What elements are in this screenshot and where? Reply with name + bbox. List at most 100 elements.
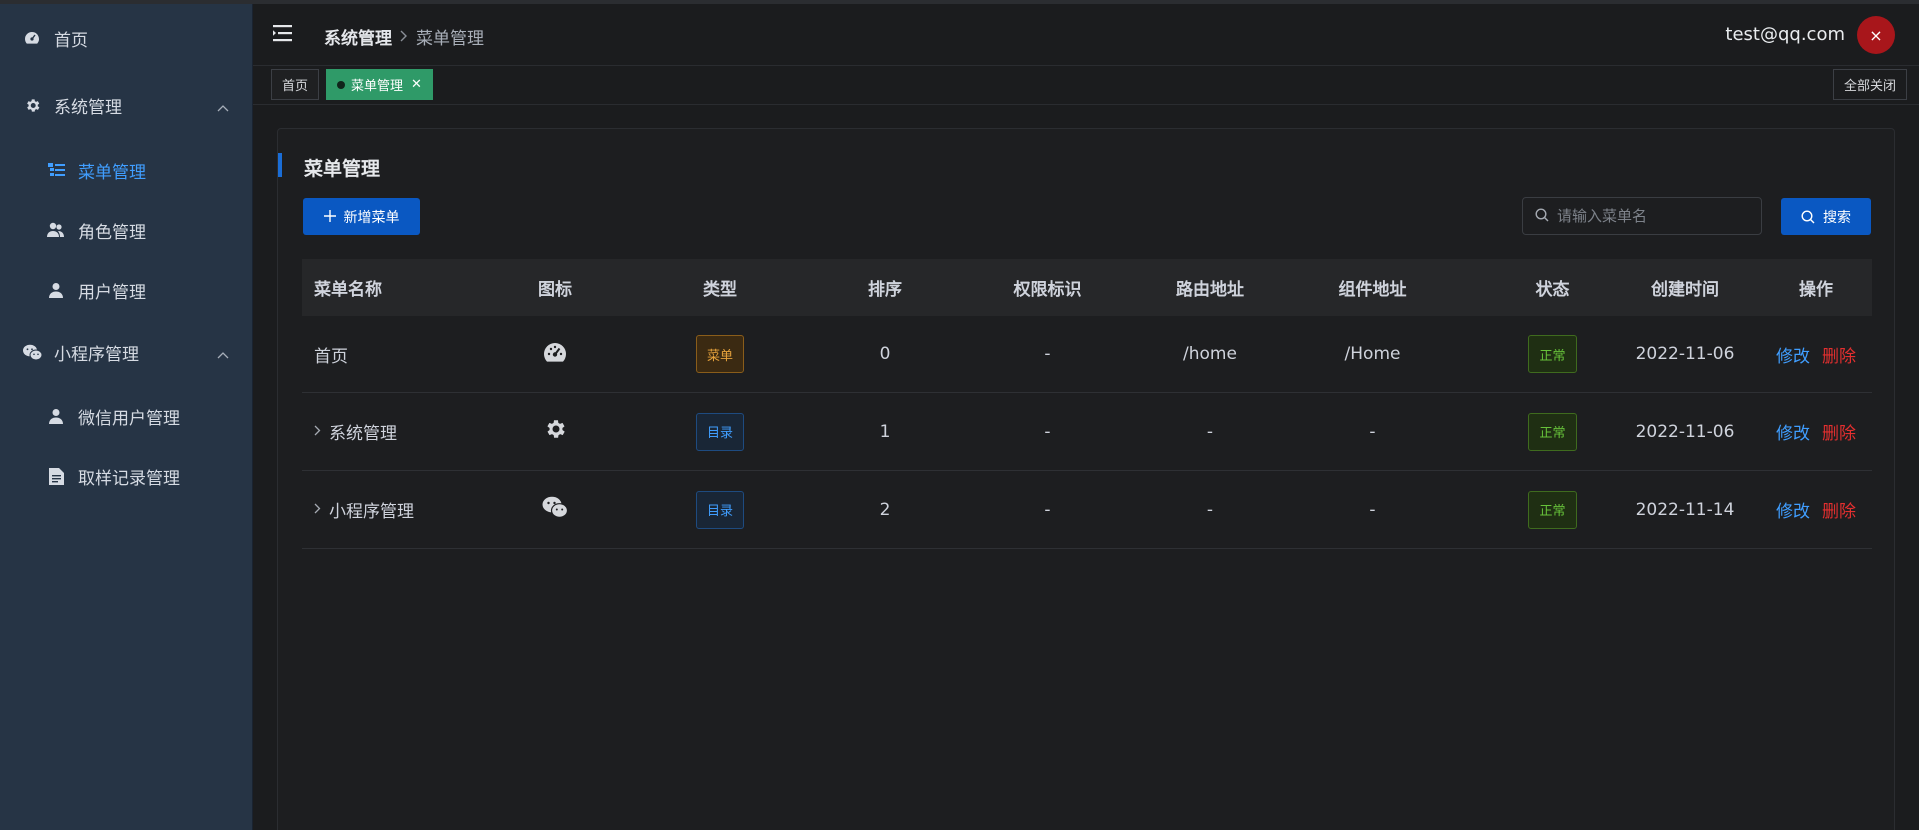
cell-sort: 0 bbox=[879, 344, 891, 364]
chevron-right-icon bbox=[400, 28, 408, 46]
sidebar-item-label: 角色管理 bbox=[78, 222, 146, 243]
title-accent-bar bbox=[278, 153, 282, 177]
menu-toggle-icon[interactable] bbox=[273, 24, 295, 44]
users-icon bbox=[46, 220, 66, 240]
cell-permission: - bbox=[1044, 344, 1051, 364]
edit-link[interactable]: 修改 bbox=[1776, 419, 1810, 444]
edit-link[interactable]: 修改 bbox=[1776, 497, 1810, 522]
tag-home[interactable]: 首页 bbox=[271, 69, 320, 100]
breadcrumb-item[interactable]: 系统管理 bbox=[324, 24, 392, 49]
cell-sort: 2 bbox=[879, 499, 891, 520]
delete-link[interactable]: 删除 bbox=[1822, 342, 1856, 367]
type-badge: 目录 bbox=[695, 412, 744, 451]
expand-chevron-icon[interactable] bbox=[314, 424, 321, 440]
page-title: 菜单管理 bbox=[304, 158, 381, 180]
edit-link[interactable]: 修改 bbox=[1776, 342, 1810, 367]
cell-permission: - bbox=[1044, 499, 1051, 520]
sidebar-item-system[interactable]: 系统管理 bbox=[0, 80, 253, 130]
tag-close-icon[interactable]: ✕ bbox=[411, 77, 422, 92]
close-all-tags-button[interactable]: 全部关闭 bbox=[1832, 69, 1907, 100]
user-email[interactable]: test@qq.com bbox=[1725, 24, 1845, 45]
table-row[interactable]: 小程序管理 目录 2 - - - 正常 2022-11-14 修改 删除 bbox=[302, 471, 1872, 549]
search-input[interactable] bbox=[1557, 207, 1747, 225]
column-header[interactable]: 组件地址 bbox=[1250, 275, 1495, 300]
table-row[interactable]: 系统管理 目录 1 - - - 正常 2022-11-06 修改 删除 bbox=[302, 393, 1872, 471]
column-header[interactable]: 权限标识 bbox=[925, 275, 1170, 300]
plus-icon bbox=[323, 208, 336, 226]
column-header[interactable]: 状态 bbox=[1495, 275, 1610, 300]
search-button[interactable]: 搜索 bbox=[1781, 198, 1871, 235]
type-badge: 菜单 bbox=[695, 335, 744, 373]
sidebar-item-label: 用户管理 bbox=[78, 282, 146, 303]
sidebar-item-menu-management[interactable]: 菜单管理 bbox=[0, 145, 253, 195]
tag-menu-management[interactable]: 菜单管理 ✕ bbox=[326, 69, 433, 100]
breadcrumb-item-current: 菜单管理 bbox=[416, 29, 484, 49]
cell-route: - bbox=[1206, 499, 1214, 520]
cell-permission: - bbox=[1044, 421, 1051, 442]
tag-label: 菜单管理 bbox=[351, 79, 404, 94]
cell-component: - bbox=[1369, 421, 1376, 442]
menu-table: 菜单名称 图标 类型 排序 权限标识 路由地址 组件地址 状态 创建时间 操作 … bbox=[302, 259, 1872, 549]
content-card: 菜单管理 新增菜单 搜索 菜单名称 图标 类型 排序 权限标识 路由地址 组件地… bbox=[277, 128, 1895, 830]
status-badge: 正常 bbox=[1528, 490, 1577, 529]
dashboard-icon bbox=[543, 342, 567, 367]
sidebar: 首页 系统管理 菜单管理 角色管理 用户管理 小程序管理 微信用户管理 取样记录… bbox=[0, 4, 253, 830]
user-icon bbox=[46, 280, 66, 300]
wechat-icon bbox=[22, 342, 42, 362]
user-icon bbox=[46, 406, 66, 426]
breadcrumb: 系统管理 菜单管理 bbox=[324, 24, 484, 49]
sidebar-item-user-management[interactable]: 用户管理 bbox=[0, 265, 253, 315]
sidebar-item-label: 菜单管理 bbox=[78, 162, 146, 183]
column-header[interactable]: 创建时间 bbox=[1610, 275, 1760, 300]
status-badge: 正常 bbox=[1528, 335, 1577, 373]
cell-created: 2022-11-06 bbox=[1635, 344, 1735, 364]
status-badge: 正常 bbox=[1528, 412, 1577, 451]
cell-sort: 1 bbox=[879, 421, 891, 442]
active-dot-icon bbox=[337, 80, 345, 89]
column-header[interactable]: 路由地址 bbox=[1170, 275, 1250, 300]
sidebar-item-label: 取样记录管理 bbox=[78, 468, 180, 489]
avatar[interactable]: × bbox=[1857, 16, 1895, 54]
wechat-icon bbox=[542, 496, 569, 523]
add-menu-label: 新增菜单 bbox=[343, 209, 400, 226]
top-header: 系统管理 菜单管理 test@qq.com × bbox=[253, 4, 1919, 66]
search-field[interactable] bbox=[1522, 197, 1762, 235]
sidebar-item-label: 系统管理 bbox=[54, 97, 122, 118]
sidebar-item-miniprogram[interactable]: 小程序管理 bbox=[0, 327, 253, 377]
sidebar-item-label: 小程序管理 bbox=[54, 344, 139, 365]
dashboard-icon bbox=[22, 28, 42, 48]
column-header[interactable]: 图标 bbox=[515, 275, 595, 300]
sidebar-item-role-management[interactable]: 角色管理 bbox=[0, 205, 253, 255]
sidebar-item-home[interactable]: 首页 bbox=[0, 13, 253, 63]
sidebar-item-wechat-users[interactable]: 微信用户管理 bbox=[0, 391, 253, 441]
delete-link[interactable]: 删除 bbox=[1822, 419, 1856, 444]
table-header: 菜单名称 图标 类型 排序 权限标识 路由地址 组件地址 状态 创建时间 操作 bbox=[302, 259, 1872, 316]
cell-created: 2022-11-14 bbox=[1635, 499, 1735, 520]
cell-created: 2022-11-06 bbox=[1635, 421, 1735, 442]
cell-component: /Home bbox=[1344, 344, 1401, 364]
column-header[interactable]: 菜单名称 bbox=[302, 275, 515, 300]
add-menu-button[interactable]: 新增菜单 bbox=[303, 198, 420, 235]
chevron-up-icon bbox=[217, 97, 229, 117]
document-icon bbox=[46, 466, 66, 486]
table-row[interactable]: 首页 菜单 0 - /home /Home 正常 2022-11-06 修改 删… bbox=[302, 316, 1872, 393]
search-button-label: 搜索 bbox=[1823, 209, 1851, 226]
delete-link[interactable]: 删除 bbox=[1822, 497, 1856, 522]
column-header[interactable]: 类型 bbox=[595, 275, 845, 300]
sidebar-item-label: 微信用户管理 bbox=[78, 408, 180, 429]
tags-view-bar: 首页 菜单管理 ✕ 全部关闭 bbox=[253, 66, 1919, 105]
search-icon bbox=[1535, 207, 1549, 226]
cell-route: - bbox=[1206, 421, 1214, 442]
search-icon bbox=[1801, 209, 1815, 223]
column-header[interactable]: 操作 bbox=[1760, 275, 1872, 300]
type-badge: 目录 bbox=[695, 490, 744, 529]
sidebar-item-sampling-records[interactable]: 取样记录管理 bbox=[0, 451, 253, 501]
tag-label: 首页 bbox=[282, 79, 309, 94]
cell-component: - bbox=[1369, 499, 1376, 520]
expand-chevron-icon[interactable] bbox=[314, 502, 321, 518]
cell-name: 系统管理 bbox=[329, 424, 397, 444]
sidebar-item-label: 首页 bbox=[54, 30, 88, 51]
gear-icon bbox=[22, 95, 42, 115]
column-header[interactable]: 排序 bbox=[845, 275, 925, 300]
cell-name: 首页 bbox=[314, 346, 348, 367]
